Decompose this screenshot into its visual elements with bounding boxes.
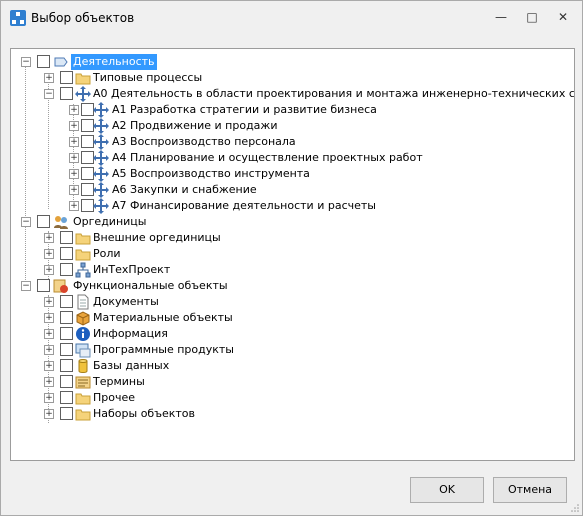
tree-label: A1 Разработка стратегии и развитие бизне…: [112, 103, 377, 116]
tree-label: Оргединицы: [73, 215, 147, 228]
tree-label: Информация: [93, 327, 168, 340]
checkbox[interactable]: [60, 87, 73, 100]
tree-label: Материальные объекты: [93, 311, 233, 324]
tree-line: [25, 63, 26, 288]
tree-label: A2 Продвижение и продажи: [112, 119, 278, 132]
expand-icon[interactable]: +: [44, 377, 54, 387]
tree-label: Типовые процессы: [93, 71, 203, 84]
cancel-button[interactable]: Отмена: [493, 477, 567, 503]
tree-label: A6 Закупки и снабжение: [112, 183, 257, 196]
process-icon: [93, 198, 109, 214]
info-icon: [76, 327, 90, 341]
checkbox[interactable]: [60, 263, 73, 276]
resize-grip-icon[interactable]: [571, 504, 579, 512]
tree-label: A7 Финансирование деятельности и расчеты: [112, 199, 376, 212]
expand-icon[interactable]: +: [69, 153, 79, 163]
terms-icon: [75, 376, 91, 389]
software-icon: [75, 343, 91, 358]
expand-icon[interactable]: +: [44, 409, 54, 419]
checkbox[interactable]: [60, 311, 73, 324]
tree-label: A0 Деятельность в области проектирования…: [93, 87, 575, 100]
tree-label: Термины: [93, 375, 145, 388]
document-icon: [77, 294, 89, 310]
process-icon: [93, 102, 109, 118]
restore-button[interactable]: □: [521, 9, 543, 25]
process-icon: [93, 166, 109, 182]
process-icon: [93, 118, 109, 134]
object-tree[interactable]: − Деятельность + Типовые процессы − A0 Д…: [10, 48, 575, 461]
checkbox[interactable]: [60, 71, 73, 84]
window-title: Выбор объектов: [31, 11, 135, 25]
checkbox[interactable]: [60, 375, 73, 388]
checkbox[interactable]: [60, 247, 73, 260]
checkbox[interactable]: [37, 279, 50, 292]
process-icon: [93, 150, 109, 166]
tree-label: Наборы объектов: [93, 407, 196, 420]
collapse-icon[interactable]: −: [21, 281, 31, 291]
folder-icon: [75, 249, 91, 261]
tree-label: Деятельность: [71, 54, 157, 70]
collapse-icon[interactable]: −: [21, 57, 31, 67]
expand-icon[interactable]: +: [44, 361, 54, 371]
tree-label: Документы: [93, 295, 159, 308]
close-button[interactable]: ✕: [552, 9, 574, 25]
org-chart-icon: [75, 262, 91, 278]
app-icon: [10, 10, 26, 26]
process-icon: [75, 86, 91, 102]
expand-icon[interactable]: +: [69, 185, 79, 195]
expand-icon[interactable]: +: [69, 137, 79, 147]
expand-icon[interactable]: +: [44, 73, 54, 83]
dialog-window: Выбор объектов — □ ✕ − Деятельность + Ти…: [0, 0, 583, 516]
expand-icon[interactable]: +: [44, 233, 54, 243]
process-icon: [93, 134, 109, 150]
tree-label: Внешние оргединицы: [93, 231, 221, 244]
checkbox[interactable]: [37, 55, 50, 68]
checkbox[interactable]: [60, 391, 73, 404]
checkbox[interactable]: [60, 295, 73, 308]
expand-icon[interactable]: +: [69, 201, 79, 211]
database-icon: [78, 359, 88, 373]
functional-objects-icon: [53, 279, 68, 293]
tree-label: ИнТехПроект: [93, 263, 171, 276]
title-bar: Выбор объектов — □ ✕: [1, 1, 582, 35]
folder-icon: [75, 409, 91, 421]
tree-label: Роли: [93, 247, 121, 260]
expand-icon[interactable]: +: [44, 393, 54, 403]
checkbox[interactable]: [60, 327, 73, 340]
org-units-icon: [54, 216, 68, 229]
tree-label: A3 Воспроизводство персонала: [112, 135, 296, 148]
checkbox[interactable]: [60, 359, 73, 372]
ok-button[interactable]: OK: [410, 477, 484, 503]
folder-icon: [75, 233, 91, 245]
tree-label: Базы данных: [93, 359, 170, 372]
tree-label: Прочее: [93, 391, 136, 404]
expand-icon[interactable]: +: [44, 345, 54, 355]
expand-icon[interactable]: +: [69, 169, 79, 179]
minimize-button[interactable]: —: [490, 9, 512, 25]
checkbox[interactable]: [37, 215, 50, 228]
expand-icon[interactable]: +: [44, 265, 54, 275]
tree-label: A5 Воспроизводство инструмента: [112, 167, 310, 180]
collapse-icon[interactable]: −: [44, 89, 54, 99]
activity-icon: [54, 57, 68, 67]
folder-icon: [75, 73, 91, 85]
checkbox[interactable]: [60, 343, 73, 356]
folder-icon: [75, 393, 91, 405]
expand-icon[interactable]: +: [69, 121, 79, 131]
expand-icon[interactable]: +: [69, 105, 79, 115]
expand-icon[interactable]: +: [44, 249, 54, 259]
expand-icon[interactable]: +: [44, 313, 54, 323]
expand-icon[interactable]: +: [44, 297, 54, 307]
checkbox[interactable]: [60, 231, 73, 244]
checkbox[interactable]: [60, 407, 73, 420]
expand-icon[interactable]: +: [44, 329, 54, 339]
tree-label: Функциональные объекты: [73, 279, 228, 292]
box-icon: [76, 311, 90, 326]
tree-label: A4 Планирование и осуществление проектны…: [112, 151, 423, 164]
collapse-icon[interactable]: −: [21, 217, 31, 227]
tree-label: Программные продукты: [93, 343, 234, 356]
process-icon: [93, 182, 109, 198]
